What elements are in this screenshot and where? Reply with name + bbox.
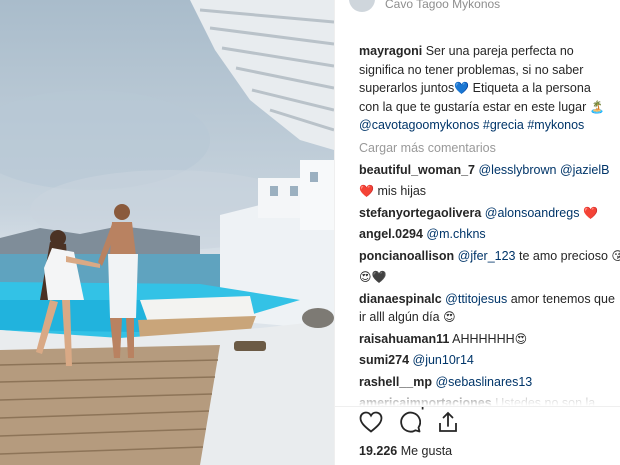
comment-icon[interactable]: [399, 411, 421, 433]
post-header: Cavo Tagoo Mykonos: [335, 0, 620, 18]
comment-mentions[interactable]: @ttitojesus: [445, 292, 507, 306]
kiss-emoji: 😘: [611, 249, 620, 263]
comment-mentions[interactable]: @jun10r14: [413, 353, 474, 367]
comment-mentions[interactable]: @jfer_123: [458, 249, 516, 263]
comment-username[interactable]: sumi274: [359, 353, 409, 367]
comment-text: mis hijas: [377, 184, 427, 198]
avatar[interactable]: [349, 0, 375, 12]
comment-username[interactable]: poncianoallison: [359, 249, 454, 263]
comment-row: 😍🖤: [335, 268, 620, 287]
heart-eyes-emoji: 😍: [514, 331, 528, 346]
heart-eyes-emoji: 😍🖤: [359, 270, 387, 284]
comment-mentions[interactable]: @lesslybrown @jazielB: [478, 163, 609, 177]
post-photo[interactable]: [0, 0, 334, 465]
heart-emoji: ❤️: [582, 205, 598, 220]
comment-mentions[interactable]: @sebaslinares13: [435, 375, 532, 389]
comments-list: mayragoni Ser una pareja perfecta no sig…: [335, 42, 620, 416]
comment-row: angel.0294 @m.chkns: [335, 225, 620, 244]
comment-username[interactable]: dianaespinalc: [359, 292, 442, 306]
comment-username[interactable]: raisahuaman11: [359, 332, 449, 346]
comment-username[interactable]: angel.0294: [359, 227, 423, 241]
post-caption: mayragoni Ser una pareja perfecta no sig…: [335, 42, 620, 135]
comment-mentions[interactable]: @alonsoandregs: [485, 206, 580, 220]
comment-row: ❤️ mis hijas: [335, 182, 620, 201]
comment-text: te amo precioso: [519, 248, 608, 263]
comment-row: dianaespinalc @ttitojesus amor tenemos q…: [335, 290, 620, 327]
heart-emoji: ❤️: [359, 184, 374, 198]
comment-username[interactable]: rashell__mp: [359, 375, 432, 389]
comment-row: raisahuaman11 AHHHHHH😍: [335, 330, 620, 349]
action-bar: [335, 406, 620, 437]
blue-heart-emoji: 💙: [454, 81, 470, 95]
comment-row: sumi274 @jun10r14: [335, 351, 620, 370]
post-side-panel: Cavo Tagoo Mykonos mayragoni Ser una par…: [334, 0, 620, 465]
caption-tags[interactable]: @cavotagoomykonos #grecia #mykonos: [359, 118, 584, 132]
comment-username[interactable]: stefanyortegaolivera: [359, 206, 481, 220]
heart-eyes-emoji: 😍: [443, 310, 456, 324]
share-icon[interactable]: [437, 411, 459, 433]
caption-username[interactable]: mayragoni: [359, 44, 422, 58]
comments-fade: [335, 388, 620, 406]
likes-number: 19.226: [359, 444, 398, 458]
comment-row: beautiful_woman_7 @lesslybrown @jazielB: [335, 161, 620, 180]
comment-row: stefanyortegaolivera @alonsoandregs ❤️: [335, 204, 620, 223]
comment-text: AHHHHHH: [452, 331, 515, 346]
photo-illustration: [0, 0, 334, 465]
location-link[interactable]: Cavo Tagoo Mykonos: [385, 0, 500, 11]
comment-row: poncianoallison @jfer_123 te amo precios…: [335, 247, 620, 266]
island-emoji: 🏝️: [589, 99, 605, 114]
heart-icon[interactable]: [359, 411, 383, 433]
comment-mentions[interactable]: @m.chkns: [426, 227, 485, 241]
load-more-comments[interactable]: Cargar más comentarios: [335, 135, 620, 161]
comment-username[interactable]: beautiful_woman_7: [359, 163, 475, 177]
likes-label: Me gusta: [397, 444, 453, 458]
likes-count[interactable]: 19.226 Me gusta: [359, 444, 452, 458]
instagram-post: Cavo Tagoo Mykonos mayragoni Ser una par…: [0, 0, 620, 465]
